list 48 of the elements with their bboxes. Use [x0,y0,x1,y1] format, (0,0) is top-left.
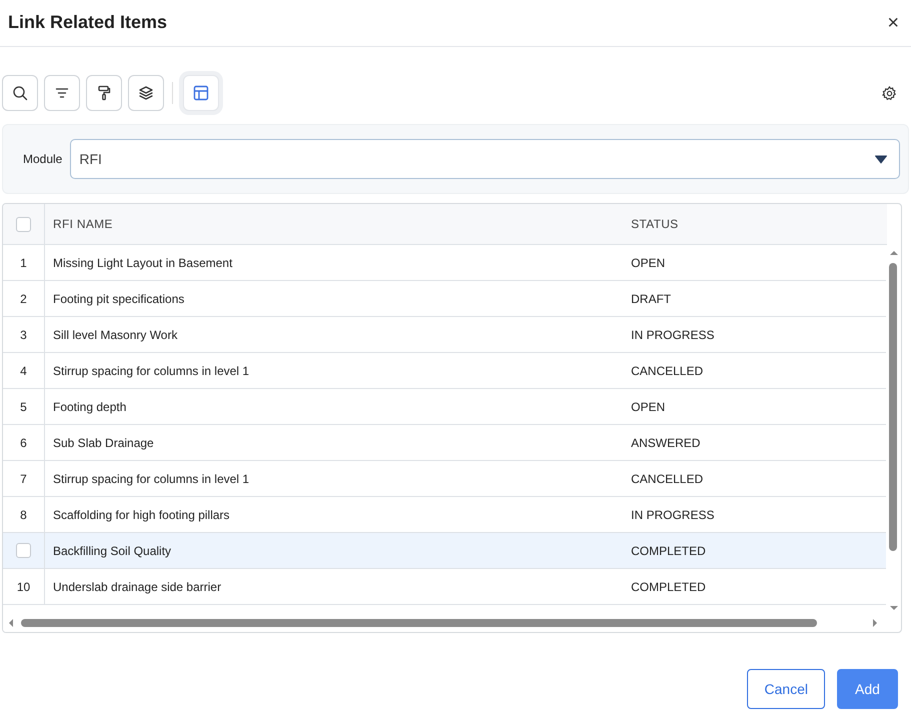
table-cell-text: Underslab drainage side barrier [52,578,222,596]
module-select[interactable]: RFI [70,139,900,179]
search-icon [12,84,28,100]
dropdown-caret-icon [875,154,887,164]
row-number: 10 [16,578,30,596]
row-number: 6 [20,434,27,452]
table-cell-text: COMPLETED [631,542,707,560]
search-tool-button[interactable] [2,74,38,110]
table-cell-text: Missing Light Layout in Basement [52,254,234,272]
close-button[interactable]: × [883,13,903,33]
row-number: 8 [20,506,27,524]
table-layout-icon [193,84,209,100]
paint-tool-button[interactable] [86,74,122,110]
table-cell-text: Footing depth [52,398,128,416]
table-cell-text: COMPLETED [631,578,707,596]
table-cell-text: OPEN [631,398,666,416]
select-all-checkbox[interactable] [16,216,31,232]
table-cell-text: Footing pit specifications [52,290,186,308]
table-cell-text: Sill level Masonry Work [52,326,178,344]
table-cell-text: Sub Slab Drainage [52,434,155,452]
table-cell-text: Stirrup spacing for columns in level 1 [52,362,250,380]
column-header: STATUS [631,216,680,233]
row-number: 5 [20,398,27,416]
table-cell-text: IN PROGRESS [631,326,716,344]
settings-icon[interactable] [882,86,897,101]
table-cell-text: DRAFT [631,290,672,308]
row-number: 7 [20,470,27,488]
row-number: 4 [20,362,27,380]
table-cell-text: CANCELLED [631,470,704,488]
module-label: Module [23,151,62,168]
dialog-button[interactable]: Cancel [747,669,825,709]
table-cell-text: ANSWERED [631,434,702,452]
table-cell-text: Scaffolding for high footing pillars [52,506,231,524]
row-number: 2 [20,290,27,308]
row-number: 1 [20,254,27,272]
table-cell-text: CANCELLED [631,362,704,380]
table-cell-text: OPEN [631,254,666,272]
table-cell-text: Backfilling Soil Quality [52,542,172,560]
dialog-button[interactable]: Add [837,669,898,709]
dialog-title: Link Related Items [8,12,168,34]
row-checkbox[interactable] [16,543,31,558]
layers-icon [138,84,154,100]
paint-roller-icon [96,84,112,100]
column-header: RFI NAME [52,216,114,233]
table-cell-text: Stirrup spacing for columns in level 1 [52,470,250,488]
row-number: 3 [20,326,27,344]
table-cell-text: IN PROGRESS [631,506,716,524]
layers-tool-button[interactable] [128,74,164,110]
